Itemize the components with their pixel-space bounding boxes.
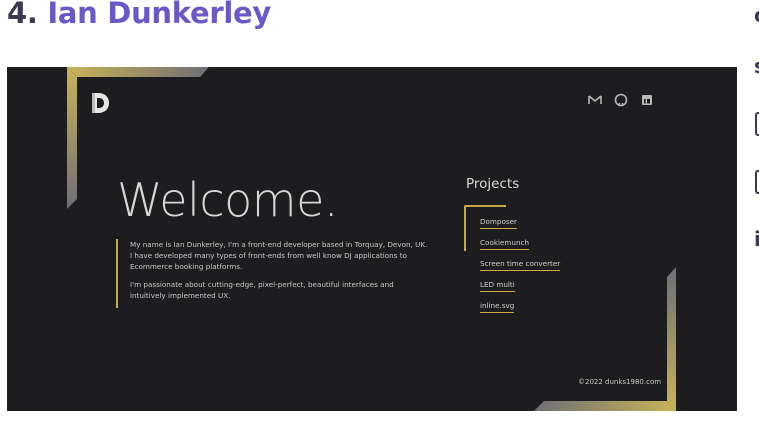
article-name-link[interactable]: Ian Dunkerley — [47, 0, 271, 30]
projects-list: Domposer Cookiemunch Screen time convert… — [480, 217, 561, 322]
clipped-box — [755, 170, 759, 194]
clipped-text: c — [754, 4, 759, 26]
intro-block: My name is Ian Dunkerley, I'm a front-en… — [116, 239, 430, 308]
clipped-text: s — [754, 55, 759, 77]
right-column-clipped: c s i — [754, 0, 759, 429]
github-icon[interactable] — [614, 93, 628, 107]
intro-paragraph: My name is Ian Dunkerley, I'm a front-en… — [130, 240, 428, 271]
project-link-domposer[interactable]: Domposer — [480, 217, 518, 229]
project-link-inline-svg[interactable]: inline.svg — [480, 301, 515, 313]
project-link-screen-time-converter[interactable]: Screen time converter — [480, 259, 561, 271]
footer-copyright: ©2022 dunks1980.com — [578, 378, 662, 386]
article-heading: 4. Ian Dunkerley — [7, 0, 271, 30]
intro-paragraph: I'm passionate about cutting-edge, pixel… — [130, 280, 394, 300]
clipped-text: i — [754, 227, 759, 251]
clipped-box — [755, 112, 759, 136]
project-link-led-multi[interactable]: LED multi — [480, 280, 515, 292]
logo-icon[interactable] — [89, 91, 111, 115]
linkedin-icon[interactable] — [640, 93, 654, 107]
website-screenshot: Welcome. My name is Ian Dunkerley, I'm a… — [7, 67, 737, 411]
project-link-cookiemunch[interactable]: Cookiemunch — [480, 238, 530, 250]
projects-title: Projects — [466, 176, 520, 192]
welcome-heading: Welcome. — [117, 173, 339, 227]
mail-icon[interactable] — [588, 93, 602, 107]
article-number: 4. — [7, 0, 38, 30]
